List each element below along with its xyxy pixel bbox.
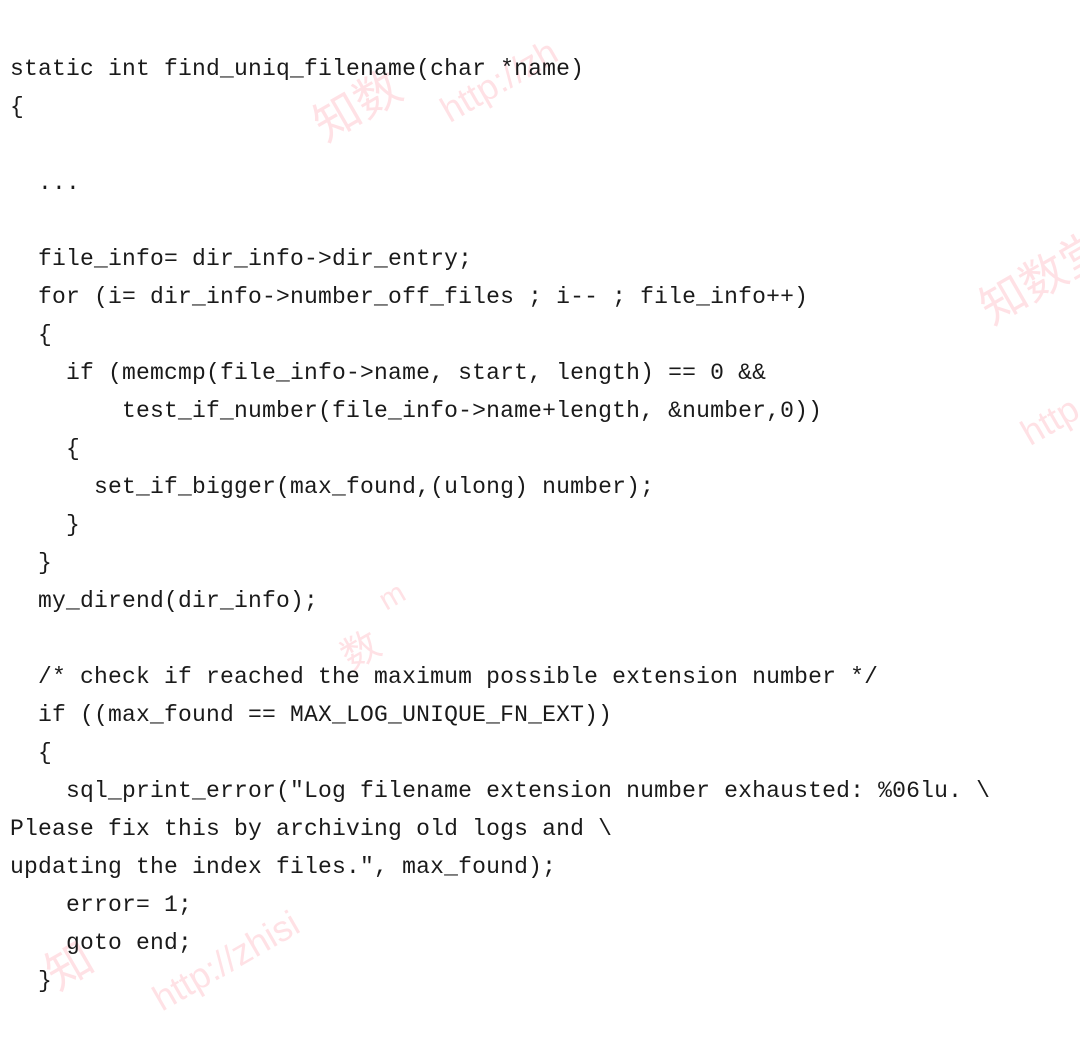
code-line: test_if_number(file_info->name+length, &… (10, 398, 822, 424)
code-line: sql_print_error("Log filename extension … (10, 778, 990, 804)
code-line: { (10, 94, 24, 120)
code-line: updating the index files.", max_found); (10, 854, 556, 880)
code-line: ... (10, 170, 80, 196)
code-line: error= 1; (10, 892, 192, 918)
code-line: } (10, 550, 52, 576)
code-line: { (10, 436, 80, 462)
code-line: set_if_bigger(max_found,(ulong) number); (10, 474, 654, 500)
code-line: Please fix this by archiving old logs an… (10, 816, 612, 842)
code-line: ... (10, 1044, 80, 1055)
code-line: } (10, 512, 80, 538)
code-block: static int find_uniq_filename(char *name… (0, 0, 1080, 1055)
code-line: file_info= dir_info->dir_entry; (10, 246, 472, 272)
code-line: my_dirend(dir_info); (10, 588, 318, 614)
code-line: goto end; (10, 930, 192, 956)
code-line: for (i= dir_info->number_off_files ; i--… (10, 284, 808, 310)
code-line: /* check if reached the maximum possible… (10, 664, 878, 690)
code-line: if ((max_found == MAX_LOG_UNIQUE_FN_EXT)… (10, 702, 612, 728)
code-line: if (memcmp(file_info->name, start, lengt… (10, 360, 766, 386)
code-line: } (10, 968, 52, 994)
code-line: { (10, 322, 52, 348)
code-line: { (10, 740, 52, 766)
code-line: static int find_uniq_filename(char *name… (10, 56, 584, 82)
